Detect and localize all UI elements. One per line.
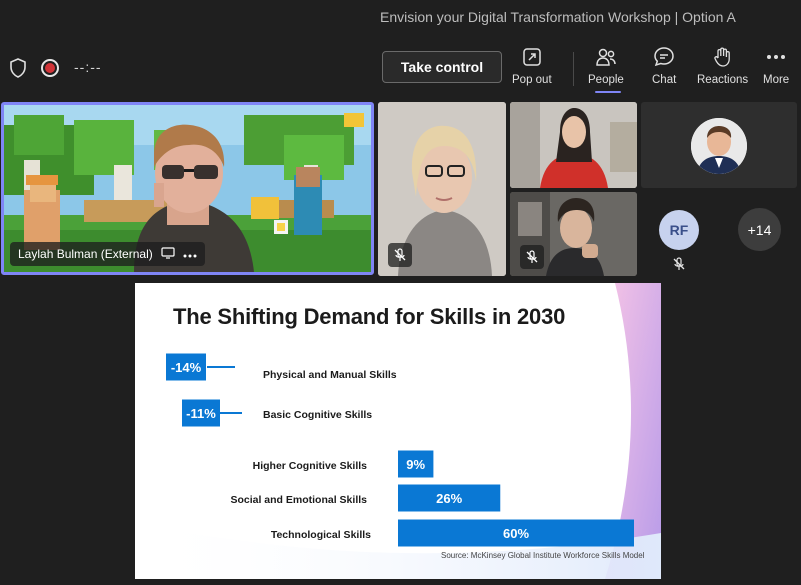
slide-source-note: Source: McKinsey Global Institute Workfo… xyxy=(441,551,645,560)
teams-meeting-window: Envision your Digital Transformation Wor… xyxy=(0,0,801,585)
raise-hand-icon xyxy=(712,46,734,68)
toolbar-divider xyxy=(573,52,574,86)
category-label-4: Technological Skills xyxy=(271,529,371,541)
meeting-toolbar: --:-- Take control Pop out People Chat R… xyxy=(0,36,801,98)
participant-name: Laylah Bulman (External) xyxy=(18,247,153,261)
people-label: People xyxy=(588,74,624,86)
video-tile-participant-3[interactable] xyxy=(510,102,637,188)
people-button[interactable]: People xyxy=(588,46,624,92)
shared-presentation-slide: The Shifting Demand for Skills in 2030 -… xyxy=(135,283,661,579)
people-icon xyxy=(595,46,617,68)
meeting-timer: --:-- xyxy=(74,59,102,75)
category-label-0: Physical and Manual Skills xyxy=(263,369,397,381)
people-active-indicator xyxy=(595,91,621,93)
chat-button[interactable]: Chat xyxy=(652,46,676,92)
video-tile-participant-4[interactable] xyxy=(510,192,637,276)
pop-out-label: Pop out xyxy=(512,74,552,86)
window-title: Envision your Digital Transformation Wor… xyxy=(380,9,736,25)
title-bar: Envision your Digital Transformation Wor… xyxy=(0,0,801,36)
pop-out-icon xyxy=(521,46,543,68)
chat-icon xyxy=(653,46,675,68)
bar-value-label-4: 60% xyxy=(503,526,529,541)
shield-icon[interactable] xyxy=(9,58,27,78)
recording-icon xyxy=(41,59,59,77)
mic-off-icon xyxy=(388,243,412,267)
skills-bar-chart: -14% Physical and Manual Skills -11% Basic … xyxy=(166,353,634,547)
participant-video-image xyxy=(510,102,637,188)
participant-initials-avatar[interactable]: RF xyxy=(659,210,699,250)
bar-value-label-2: 9% xyxy=(406,457,425,472)
reactions-label: Reactions xyxy=(697,74,749,86)
video-tile-participant-2[interactable] xyxy=(378,102,506,276)
category-label-1: Basic Cognitive Skills xyxy=(263,409,372,421)
category-label-2: Higher Cognitive Skills xyxy=(253,460,368,472)
bar-value-label-1: -11% xyxy=(186,406,216,421)
mic-off-icon xyxy=(672,257,686,276)
more-label: More xyxy=(763,74,790,86)
mic-off-icon xyxy=(520,245,544,269)
participant-avatar-tile[interactable] xyxy=(641,102,797,188)
video-tile-laylah-bulman[interactable]: Laylah Bulman (External) xyxy=(1,102,374,275)
participant-name-badge: Laylah Bulman (External) xyxy=(10,242,205,266)
more-participants-button[interactable]: +14 xyxy=(738,208,781,251)
participant-more-icon[interactable] xyxy=(183,247,197,261)
bar-value-label-3: 26% xyxy=(436,491,462,506)
screen-share-icon xyxy=(161,246,175,262)
more-button[interactable]: More xyxy=(763,46,789,92)
take-control-button[interactable]: Take control xyxy=(382,51,502,83)
participant-avatar-photo xyxy=(691,118,747,174)
pop-out-button[interactable]: Pop out xyxy=(512,46,552,92)
more-icon xyxy=(765,46,787,68)
chat-label: Chat xyxy=(652,74,677,86)
bar-value-label-0: -14% xyxy=(171,360,202,375)
category-label-3: Social and Emotional Skills xyxy=(230,494,367,506)
reactions-button[interactable]: Reactions xyxy=(697,46,748,92)
